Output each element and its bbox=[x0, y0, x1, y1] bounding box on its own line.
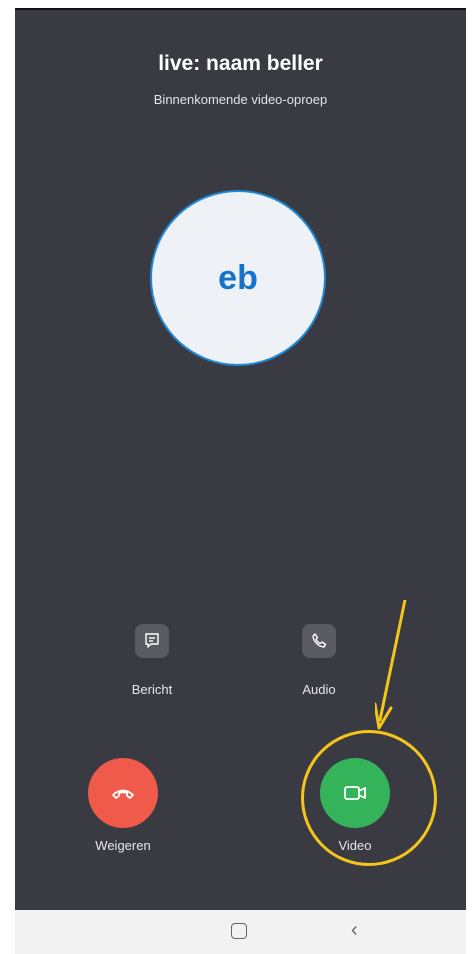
hang-up-icon bbox=[112, 789, 134, 799]
caller-avatar: eb bbox=[150, 190, 326, 366]
android-navigation-bar: ‹ bbox=[15, 910, 466, 954]
decline-button[interactable] bbox=[88, 758, 158, 828]
phone-icon bbox=[312, 633, 327, 648]
avatar-initials: eb bbox=[218, 258, 258, 297]
message-button[interactable] bbox=[135, 624, 169, 658]
video-camera-icon bbox=[344, 786, 366, 800]
decline-label: Weigeren bbox=[95, 838, 151, 853]
incoming-call-screen: live: naam beller Binnenkomende video-op… bbox=[15, 8, 466, 910]
audio-button[interactable] bbox=[302, 624, 336, 658]
message-icon bbox=[145, 633, 159, 648]
caller-name: live: naam beller bbox=[158, 52, 323, 75]
audio-label: Audio bbox=[302, 682, 336, 697]
annotation-arrow-icon bbox=[375, 600, 407, 730]
video-label: Video bbox=[338, 838, 372, 853]
back-chevron-icon[interactable]: ‹ bbox=[351, 919, 358, 942]
accept-video-button[interactable] bbox=[320, 758, 390, 828]
home-square-icon[interactable] bbox=[231, 923, 247, 939]
message-label: Bericht bbox=[131, 682, 173, 697]
call-type-text: Binnenkomende video-oproep bbox=[153, 92, 328, 107]
